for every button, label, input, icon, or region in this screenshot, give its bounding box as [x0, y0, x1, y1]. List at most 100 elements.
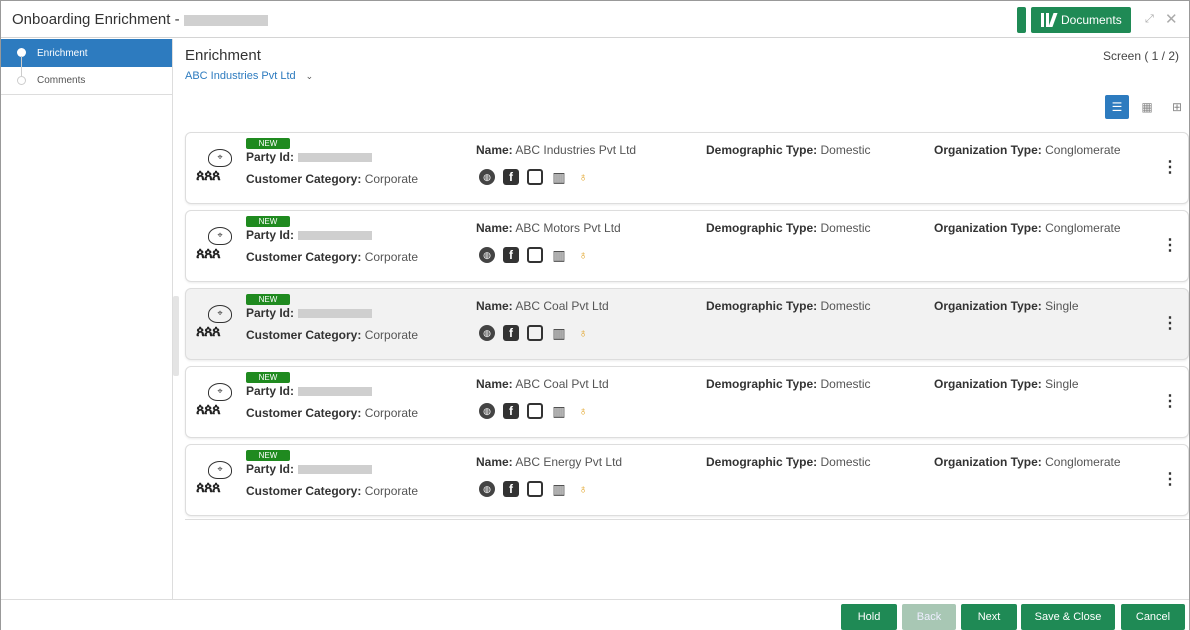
- building-icon[interactable]: ▥: [551, 247, 567, 263]
- building-icon[interactable]: ▥: [551, 169, 567, 185]
- window-title: Onboarding Enrichment -: [12, 11, 268, 28]
- card-icon-row: ◍ f ▥ ♁: [479, 169, 591, 185]
- kyc-status-icon[interactable]: ♁: [575, 169, 591, 185]
- group-party-icon: ⌖ ጰጰጰ: [196, 225, 242, 265]
- view-toggle: ☰ ▦ ⊞: [1105, 95, 1189, 119]
- group-party-icon: ⌖ ጰጰጰ: [196, 303, 242, 343]
- demographic-type-field: Demographic Type: Domestic: [706, 377, 871, 391]
- demographic-type-field: Demographic Type: Domestic: [706, 143, 871, 157]
- more-options-icon[interactable]: ⋮: [1162, 316, 1178, 332]
- globe-icon[interactable]: ◍: [479, 169, 495, 185]
- facebook-icon[interactable]: f: [503, 481, 519, 497]
- hold-button[interactable]: Hold: [841, 604, 897, 630]
- party-id-field: Party Id:: [246, 384, 373, 398]
- party-card[interactable]: ⌖ ጰጰጰ NEW Party Id: Customer Category: Co…: [185, 366, 1189, 438]
- card-icon-row: ◍ f ▥ ♁: [479, 403, 591, 419]
- twitter-icon[interactable]: [527, 403, 543, 419]
- save-close-button[interactable]: Save & Close: [1021, 604, 1115, 630]
- organization-type-field: Organization Type: Single: [934, 299, 1079, 313]
- building-icon[interactable]: ▥: [551, 481, 567, 497]
- twitter-icon[interactable]: [527, 247, 543, 263]
- kyc-status-icon[interactable]: ♁: [575, 403, 591, 419]
- party-card-list: ⌖ ጰጰጰ NEW Party Id: Customer Category: Co…: [185, 132, 1189, 522]
- name-field: Name: ABC Energy Pvt Ltd: [476, 455, 623, 469]
- demographic-type-field: Demographic Type: Domestic: [706, 455, 871, 469]
- organization-type-field: Organization Type: Conglomerate: [934, 221, 1121, 235]
- redacted-value: [298, 153, 373, 163]
- kyc-status-icon[interactable]: ♁: [575, 325, 591, 341]
- party-card[interactable]: ⌖ ጰጰጰ NEW Party Id: Customer Category: Co…: [185, 288, 1189, 360]
- facebook-icon[interactable]: f: [503, 247, 519, 263]
- name-field: Name: ABC Industries Pvt Ltd: [476, 143, 637, 157]
- name-field: Name: ABC Coal Pvt Ltd: [476, 377, 609, 391]
- resize-icon[interactable]: ⤢: [1145, 13, 1154, 26]
- facebook-icon[interactable]: f: [503, 325, 519, 341]
- documents-button[interactable]: Documents: [1031, 7, 1131, 33]
- party-id-field: Party Id:: [246, 306, 373, 320]
- cancel-button[interactable]: Cancel: [1121, 604, 1185, 630]
- sidebar: Enrichment Comments: [1, 39, 173, 599]
- building-icon[interactable]: ▥: [551, 325, 567, 341]
- documents-icon: [1041, 13, 1058, 27]
- page-title: Enrichment: [185, 47, 261, 64]
- facebook-icon[interactable]: f: [503, 403, 519, 419]
- list-view-icon[interactable]: ☰: [1105, 95, 1129, 119]
- sidebar-item-comments[interactable]: Comments: [1, 67, 172, 95]
- globe-icon[interactable]: ◍: [479, 247, 495, 263]
- facebook-icon[interactable]: f: [503, 169, 519, 185]
- card-icon-row: ◍ f ▥ ♁: [479, 325, 591, 341]
- new-badge: NEW: [246, 372, 290, 383]
- group-party-icon: ⌖ ጰጰጰ: [196, 147, 242, 187]
- kyc-status-icon[interactable]: ♁: [575, 247, 591, 263]
- back-button[interactable]: Back: [902, 604, 956, 630]
- party-id-field: Party Id:: [246, 150, 373, 164]
- party-card[interactable]: ⌖ ጰጰጰ NEW Party Id: Customer Category: Co…: [185, 444, 1189, 516]
- tree-view-icon[interactable]: ⊞: [1165, 95, 1189, 119]
- more-options-icon[interactable]: ⋮: [1162, 394, 1178, 410]
- screen-counter: Screen ( 1 / 2): [1102, 49, 1179, 63]
- name-field: Name: ABC Motors Pvt Ltd: [476, 221, 621, 235]
- divider: [185, 519, 1189, 520]
- twitter-icon[interactable]: [527, 169, 543, 185]
- documents-handle[interactable]: [1017, 7, 1026, 33]
- more-options-icon[interactable]: ⋮: [1162, 160, 1178, 176]
- more-options-icon[interactable]: ⋮: [1162, 472, 1178, 488]
- building-icon[interactable]: ▥: [551, 403, 567, 419]
- card-icon-row: ◍ f ▥ ♁: [479, 247, 591, 263]
- title-bar: Onboarding Enrichment - Documents ⤢ ✕: [1, 1, 1189, 38]
- group-party-icon: ⌖ ጰጰጰ: [196, 381, 242, 421]
- next-button[interactable]: Next: [961, 604, 1017, 630]
- onboarding-window: Onboarding Enrichment - Documents ⤢ ✕ En…: [0, 0, 1190, 630]
- sidebar-item-enrichment[interactable]: Enrichment: [1, 39, 172, 76]
- footer-bar: Hold Back Next Save & Close Cancel: [1, 599, 1189, 630]
- organization-type-field: Organization Type: Conglomerate: [934, 143, 1121, 157]
- redacted-value: [183, 14, 268, 26]
- sidebar-item-label: Comments: [37, 75, 86, 86]
- sidebar-item-label: Enrichment: [37, 47, 88, 59]
- party-card[interactable]: ⌖ ጰጰጰ NEW Party Id: Customer Category: Co…: [185, 210, 1189, 282]
- party-card[interactable]: ⌖ ጰጰጰ NEW Party Id: Customer Category: Co…: [185, 132, 1189, 204]
- party-selector-label: ABC Industries Pvt Ltd: [185, 70, 296, 82]
- customer-category-field: Customer Category: Corporate: [246, 250, 419, 264]
- step-dot-icon: [17, 76, 26, 85]
- demographic-type-field: Demographic Type: Domestic: [706, 299, 871, 313]
- redacted-value: [298, 387, 373, 397]
- demographic-type-field: Demographic Type: Domestic: [706, 221, 871, 235]
- globe-icon[interactable]: ◍: [479, 403, 495, 419]
- globe-icon[interactable]: ◍: [479, 481, 495, 497]
- customer-category-field: Customer Category: Corporate: [246, 172, 419, 186]
- globe-icon[interactable]: ◍: [479, 325, 495, 341]
- new-badge: NEW: [246, 216, 290, 227]
- close-icon[interactable]: ✕: [1165, 10, 1178, 28]
- main-content: Enrichment ABC Industries Pvt Ltd ⌄ Scree…: [185, 39, 1189, 599]
- twitter-icon[interactable]: [527, 325, 543, 341]
- kyc-status-icon[interactable]: ♁: [575, 481, 591, 497]
- party-selector[interactable]: ABC Industries Pvt Ltd ⌄: [185, 70, 313, 82]
- name-field: Name: ABC Coal Pvt Ltd: [476, 299, 609, 313]
- grid-view-icon[interactable]: ▦: [1135, 95, 1159, 119]
- party-id-field: Party Id:: [246, 462, 373, 476]
- new-badge: NEW: [246, 450, 290, 461]
- more-options-icon[interactable]: ⋮: [1162, 238, 1178, 254]
- twitter-icon[interactable]: [527, 481, 543, 497]
- panel-splitter[interactable]: [173, 296, 179, 376]
